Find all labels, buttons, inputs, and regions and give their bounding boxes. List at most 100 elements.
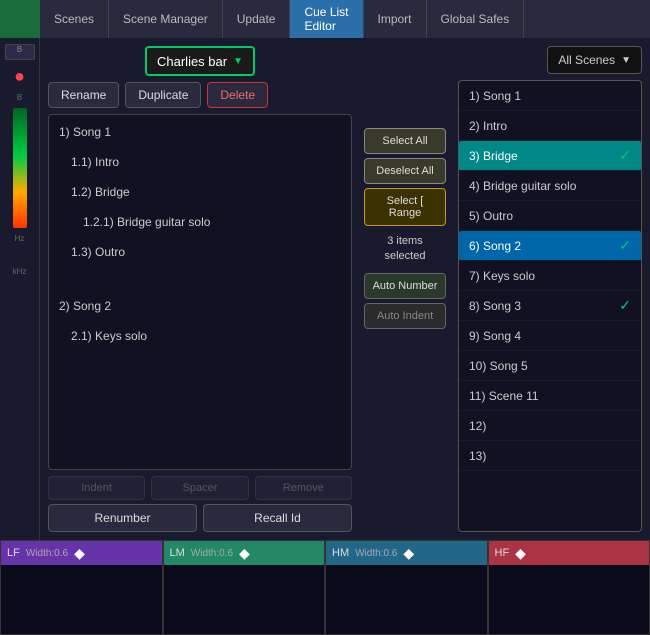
cue-item-13[interactable]: 13) [459,441,641,471]
cue-item-10[interactable]: 10) Song 5 [459,351,641,381]
channel-header-hf: HF ◆ [489,541,650,565]
cue-item-5[interactable]: 5) Outro [459,201,641,231]
scene-item-1.2[interactable]: 1.2) Bridge [51,177,349,207]
cue-item-8[interactable]: 8) Song 3 ✓ [459,291,641,321]
channel-hf: HF ◆ [488,540,650,635]
hz-label: Hz [15,234,25,243]
cue-item-label: 3) Bridge [469,149,518,163]
check-icon: ✓ [619,237,631,254]
cue-item-label: 9) Song 4 [469,329,521,343]
scene-item-1.1[interactable]: 1.1) Intro [51,147,349,177]
recall-id-button[interactable]: Recall Id [203,504,352,532]
channel-label-lf: LF [7,547,20,559]
scene-item-2[interactable]: 2) Song 2 [51,291,349,321]
scene-item-1[interactable]: 1) Song 1 [51,117,349,147]
nav-tab-cue-list-editor[interactable]: Cue List Editor [290,0,363,38]
cue-item-6[interactable]: 6) Song 2 ✓ [459,231,641,261]
rename-button[interactable]: Rename [48,82,119,108]
auto-indent-button[interactable]: Auto Indent [364,303,446,329]
scene-list: 1) Song 11.1) Intro1.2) Bridge1.2.1) Bri… [48,114,352,470]
check-icon: ✓ [619,297,631,314]
cue-list: 1) Song 1 2) Intro 3) Bridge ✓ 4) Bridge gui… [458,80,642,532]
cue-item-label: 1) Song 1 [469,89,521,103]
cue-item-label: 8) Song 3 [469,299,521,313]
nav-tab-scenes[interactable]: Scenes [40,0,109,38]
select-range-button[interactable]: Select [ Range [364,188,446,226]
duplicate-button[interactable]: Duplicate [125,82,201,108]
cue-item-7[interactable]: 7) Keys solo [459,261,641,291]
cue-item-label: 6) Song 2 [469,239,521,253]
nav-tab-scene-manager[interactable]: Scene Manager [109,0,223,38]
channel-width-hm: Width:0.6 [355,548,397,559]
channel-label-hm: HM [332,547,349,559]
nav-tab-global-safes[interactable]: Global Safes [427,0,525,38]
cue-item-label: 4) Bridge guitar solo [469,179,576,193]
auto-number-button[interactable]: Auto Number [364,273,446,299]
channel-header-lf: LF Width:0.6 ◆ [1,541,162,565]
cue-item-9[interactable]: 9) Song 4 [459,321,641,351]
cue-item-label: 10) Song 5 [469,359,528,373]
crossover-icon-lf[interactable]: ◆ [74,545,85,562]
select-all-button[interactable]: Select All [364,128,446,154]
cue-item-label: 13) [469,449,486,463]
cue-item-label: 12) [469,419,486,433]
remove-button[interactable]: Remove [255,476,352,500]
level-meter [13,108,27,228]
channel-header-lm: LMWidth:0.6◆ [164,541,325,565]
red-indicator: ● [14,66,25,87]
cue-item-3[interactable]: 3) Bridge ✓ [459,141,641,171]
bottom-channels: LFWidth:0.6◆LMWidth:0.6◆HMWidth:0.6◆HF◆ [0,540,650,635]
all-scenes-dropdown[interactable]: All Scenes ▼ [547,46,642,74]
scene-item-empty1[interactable] [51,267,349,291]
cue-item-4[interactable]: 4) Bridge guitar solo [459,171,641,201]
channel-lf: LF Width:0.6 ◆ [0,540,163,635]
deselect-all-button[interactable]: Deselect All [364,158,446,184]
charlies-bar-label: Charlies bar [157,54,227,69]
center-bottom-buttons: Indent Spacer Remove Renumber Recall Id [48,476,352,532]
renumber-button[interactable]: Renumber [48,504,197,532]
top-nav-bar: ScenesScene ManagerUpdateCue List Editor… [0,0,650,38]
nav-tab-import[interactable]: Import [364,0,427,38]
check-icon: ✓ [619,147,631,164]
indent-spacer-remove-row: Indent Spacer Remove [48,476,352,500]
left-btn-b[interactable]: B [5,44,35,60]
delete-button[interactable]: Delete [207,82,268,108]
crossover-icon-hf[interactable]: ◆ [515,545,526,562]
items-selected-text: 3 items selected [385,234,426,265]
charlies-bar-dropdown[interactable]: Charlies bar ▼ [145,46,255,76]
right-panel: All Scenes ▼ 1) Song 1 2) Intro 3) Bridge ✓… [450,38,650,540]
action-buttons-row: Rename Duplicate Delete [48,82,352,108]
cue-item-2[interactable]: 2) Intro [459,111,641,141]
cue-item-1[interactable]: 1) Song 1 [459,81,641,111]
spacer-button[interactable]: Spacer [151,476,248,500]
channel-width-lf: Width:0.6 [26,548,68,559]
cue-item-label: 5) Outro [469,209,513,223]
crossover-icon-lm[interactable]: ◆ [239,545,250,562]
channel-body-lf [1,565,162,634]
scene-item-2.1[interactable]: 2.1) Keys solo [51,321,349,351]
cue-item-label: 11) Scene 11 [469,389,539,403]
cue-item-12[interactable]: 12) [459,411,641,441]
left-sidebar: B ● B Hz kHz [0,38,40,540]
channel-hm: HM Width:0.6 ◆ [325,540,488,635]
khz-label: kHz [13,267,27,276]
channel-label-hf: HF [495,547,510,559]
cue-item-11[interactable]: 11) Scene 11 [459,381,641,411]
indent-button[interactable]: Indent [48,476,145,500]
center-panel: Charlies bar ▼ Rename Duplicate Delete 1… [40,38,360,540]
channel-body-lm [164,565,325,634]
crossover-icon-hm[interactable]: ◆ [403,545,414,562]
all-scenes-arrow-icon: ▼ [621,55,631,66]
nav-tab-update[interactable]: Update [223,0,291,38]
logo-area [0,0,40,38]
scene-item-1.3[interactable]: 1.3) Outro [51,237,349,267]
channel-header-hm: HM Width:0.6 ◆ [326,541,487,565]
all-scenes-label: All Scenes [558,53,615,67]
dropdown-arrow-icon: ▼ [233,56,243,67]
scene-item-empty2[interactable] [51,351,349,375]
channel-label-lm: LM [170,547,185,559]
scene-item-1.2.1[interactable]: 1.2.1) Bridge guitar solo [51,207,349,237]
all-scenes-dropdown-row: All Scenes ▼ [458,46,642,74]
channel-body-hf [489,565,650,634]
channel-lm: LMWidth:0.6◆ [163,540,326,635]
